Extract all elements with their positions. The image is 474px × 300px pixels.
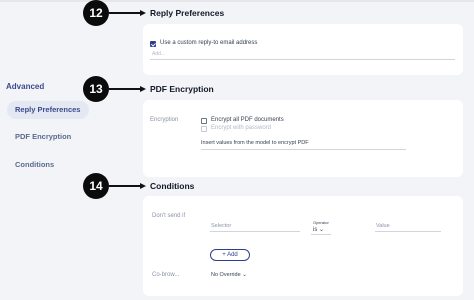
- value-underline: [375, 231, 441, 232]
- override-value: No Override: [211, 272, 241, 278]
- operator-underline: [311, 234, 331, 235]
- pdf-encryption-card: Encryption Encrypt all PDF documents Enc…: [143, 100, 463, 177]
- sidebar-item-pdf-encryption[interactable]: PDF Encryption: [7, 128, 71, 146]
- encrypt-password-checkbox[interactable]: [201, 126, 207, 132]
- pdf-encryption-title: PDF Encryption: [150, 84, 214, 94]
- reply-preferences-card: Use a custom reply-to email address Add.…: [143, 24, 463, 75]
- chevron-down-icon: ⌄: [319, 227, 325, 233]
- step-marker-12: 12: [83, 0, 109, 26]
- custom-reply-to-label: Use a custom reply-to email address: [160, 40, 258, 46]
- plus-icon: +: [222, 252, 226, 258]
- model-values-underline: [201, 149, 406, 150]
- operator-value: is: [313, 227, 318, 233]
- add-button-label: Add: [227, 252, 238, 258]
- arrow-head: [140, 85, 146, 92]
- add-condition-button[interactable]: + Add: [210, 249, 250, 261]
- operator-label: Operator: [313, 220, 329, 225]
- operator-select[interactable]: is ⌄: [313, 226, 324, 233]
- arrow-line: [109, 185, 141, 187]
- encrypt-password-label: Encrypt with password: [211, 125, 272, 131]
- reply-to-input-underline: [150, 59, 455, 60]
- conditions-card: Don't send if Selector Operator is ⌄ Val…: [143, 196, 463, 296]
- encrypt-all-checkbox[interactable]: [201, 118, 207, 124]
- step-marker-13: 13: [83, 76, 109, 102]
- arrow-line: [109, 12, 141, 14]
- reply-to-input[interactable]: Add...: [152, 51, 165, 57]
- arrow-line: [109, 88, 141, 90]
- encrypt-all-label: Encrypt all PDF documents: [211, 117, 284, 123]
- arrow-head: [140, 9, 146, 16]
- encryption-label: Encryption: [150, 117, 179, 123]
- step-marker-14: 14: [83, 173, 109, 199]
- co-browse-label: Co-brow...: [152, 272, 180, 278]
- dont-send-label: Don't send if: [152, 213, 186, 219]
- sidebar-item-conditions[interactable]: Conditions: [7, 156, 54, 174]
- selector-underline: [210, 231, 300, 232]
- value-input[interactable]: Value: [376, 223, 390, 229]
- reply-preferences-title: Reply Preferences: [150, 8, 225, 18]
- model-values-input[interactable]: Insert values from the model to encrypt …: [201, 140, 309, 146]
- sidebar: Advanced Reply Preferences PDF Encryptio…: [0, 0, 132, 300]
- override-select[interactable]: No Override ⌄: [211, 272, 247, 278]
- sidebar-item-reply-preferences[interactable]: Reply Preferences: [7, 101, 89, 119]
- arrow-head: [140, 182, 146, 189]
- chevron-down-icon: ⌄: [242, 272, 247, 278]
- conditions-title: Conditions: [150, 181, 195, 191]
- custom-reply-to-checkbox[interactable]: [150, 41, 156, 47]
- selector-input[interactable]: Selector: [211, 223, 231, 229]
- sidebar-title: Advanced: [6, 82, 45, 91]
